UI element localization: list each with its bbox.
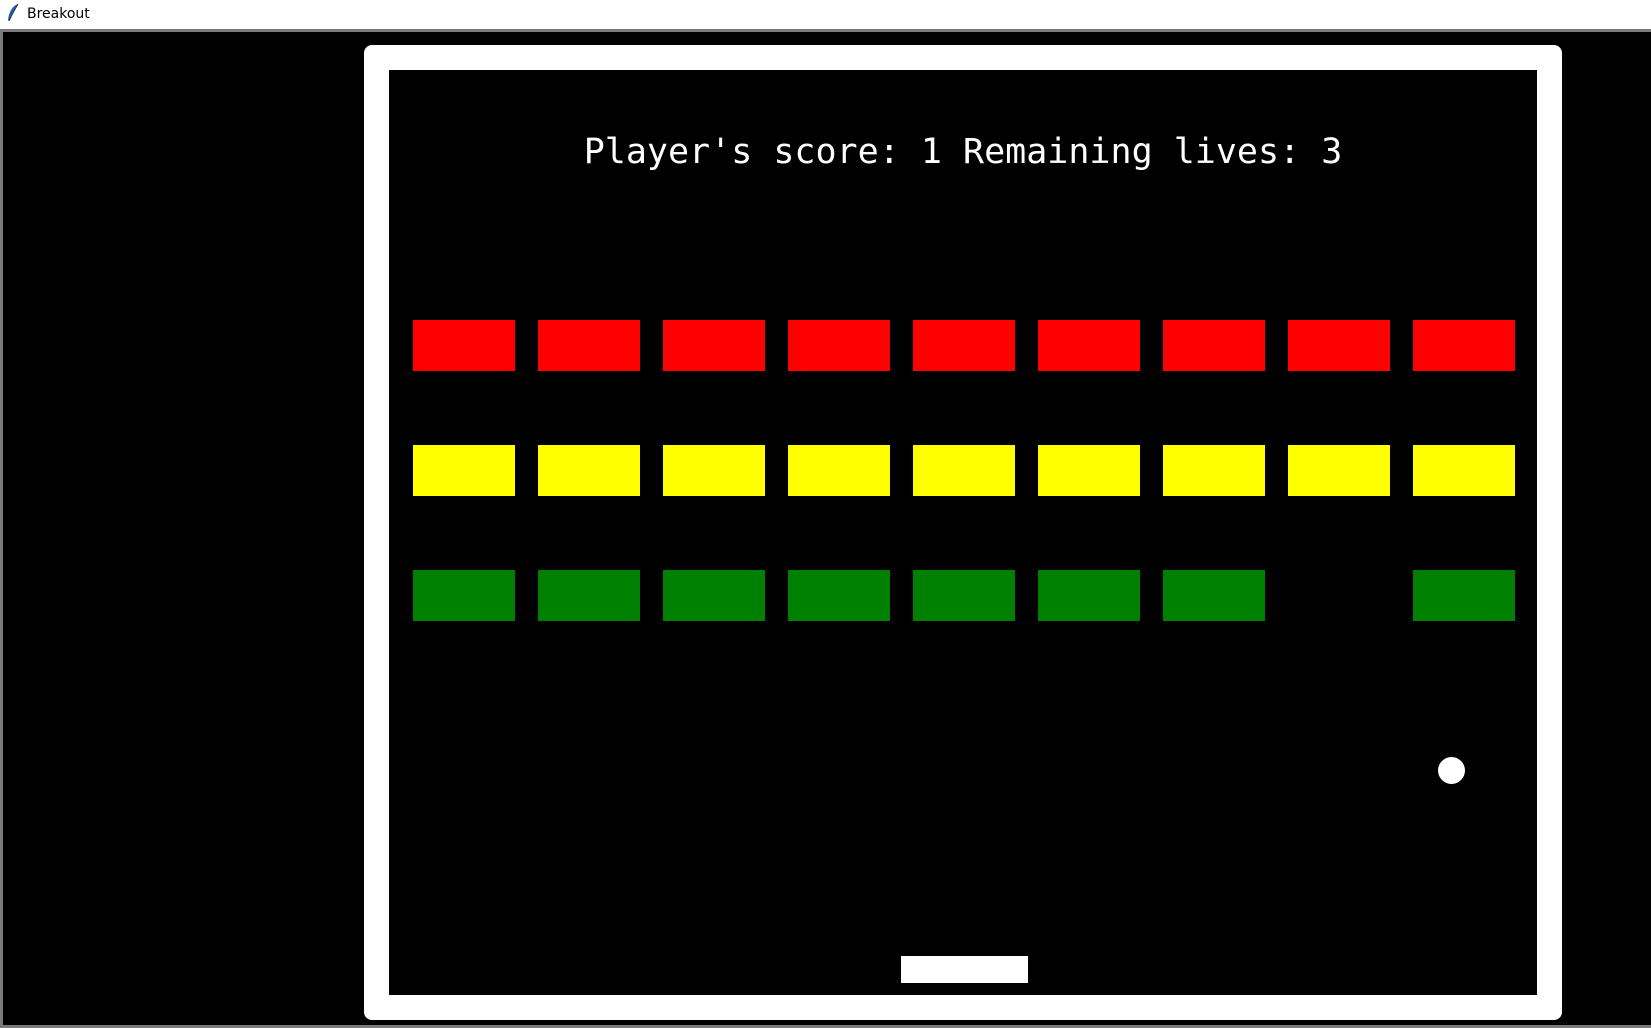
brick-yellow — [413, 445, 515, 496]
score-label: Player's score: — [583, 132, 900, 172]
brick-red — [663, 320, 765, 371]
brick-yellow — [1413, 445, 1515, 496]
title-bar: Breakout — [0, 0, 1651, 29]
brick-green — [663, 570, 765, 621]
brick-yellow — [1163, 445, 1265, 496]
brick-green — [913, 570, 1015, 621]
brick-yellow — [1288, 445, 1390, 496]
brick-red — [538, 320, 640, 371]
brick-yellow — [788, 445, 890, 496]
score-display: Player's score: 1 Remaining lives: 3 — [364, 132, 1562, 172]
brick-yellow — [663, 445, 765, 496]
brick-yellow — [538, 445, 640, 496]
feather-icon — [8, 3, 19, 22]
brick-red — [788, 320, 890, 371]
brick-red — [1288, 320, 1390, 371]
score-value: 1 — [920, 132, 942, 172]
brick-green — [788, 570, 890, 621]
playfield-wall — [364, 45, 1562, 1020]
window-title: Breakout — [27, 6, 90, 22]
brick-yellow — [913, 445, 1015, 496]
brick-red — [1413, 320, 1515, 371]
lives-label: Remaining lives: — [963, 132, 1301, 172]
lives-value: 3 — [1321, 132, 1343, 172]
ball — [1438, 757, 1465, 784]
brick-green — [1038, 570, 1140, 621]
brick-red — [1038, 320, 1140, 371]
brick-red — [1163, 320, 1265, 371]
paddle[interactable] — [901, 956, 1028, 983]
brick-red — [413, 320, 515, 371]
brick-green — [1413, 570, 1515, 621]
brick-green — [413, 570, 515, 621]
brick-red — [913, 320, 1015, 371]
brick-green — [538, 570, 640, 621]
brick-yellow — [1038, 445, 1140, 496]
brick-green — [1163, 570, 1265, 621]
